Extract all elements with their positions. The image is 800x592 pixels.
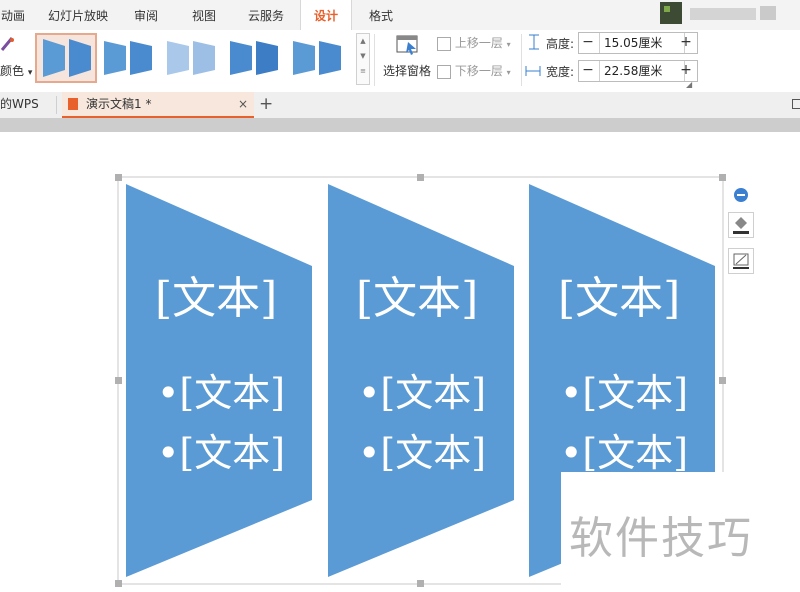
fill-color-button[interactable]: [728, 212, 754, 238]
outline-button[interactable]: [728, 248, 754, 274]
column-1-title[interactable]: [文本]: [155, 262, 277, 326]
column-3-bullet-1[interactable]: •[文本]: [560, 362, 688, 417]
column-2-bullet-1[interactable]: •[文本]: [358, 362, 486, 417]
watermark-text: 软件技巧: [569, 513, 753, 564]
column-2-bullet-2[interactable]: •[文本]: [358, 422, 486, 477]
resize-handle-bottom-left[interactable]: [115, 580, 122, 587]
resize-handle-top-right[interactable]: [719, 174, 726, 181]
collapse-icon[interactable]: [734, 188, 748, 202]
resize-handle-left[interactable]: [115, 377, 122, 384]
resize-handle-right[interactable]: [719, 377, 726, 384]
pen-outline-icon: [733, 253, 749, 269]
paint-bucket-icon: [733, 217, 749, 234]
resize-handle-top-left[interactable]: [115, 174, 122, 181]
watermark: 软件技巧: [561, 472, 800, 592]
column-1-bullet-1[interactable]: •[文本]: [157, 362, 285, 417]
column-1-bullet-2[interactable]: •[文本]: [157, 422, 285, 477]
column-3-title[interactable]: [文本]: [558, 262, 680, 326]
resize-handle-top[interactable]: [417, 174, 424, 181]
column-3-bullet-2[interactable]: •[文本]: [560, 422, 688, 477]
resize-handle-bottom[interactable]: [417, 580, 424, 587]
column-2-title[interactable]: [文本]: [356, 262, 478, 326]
